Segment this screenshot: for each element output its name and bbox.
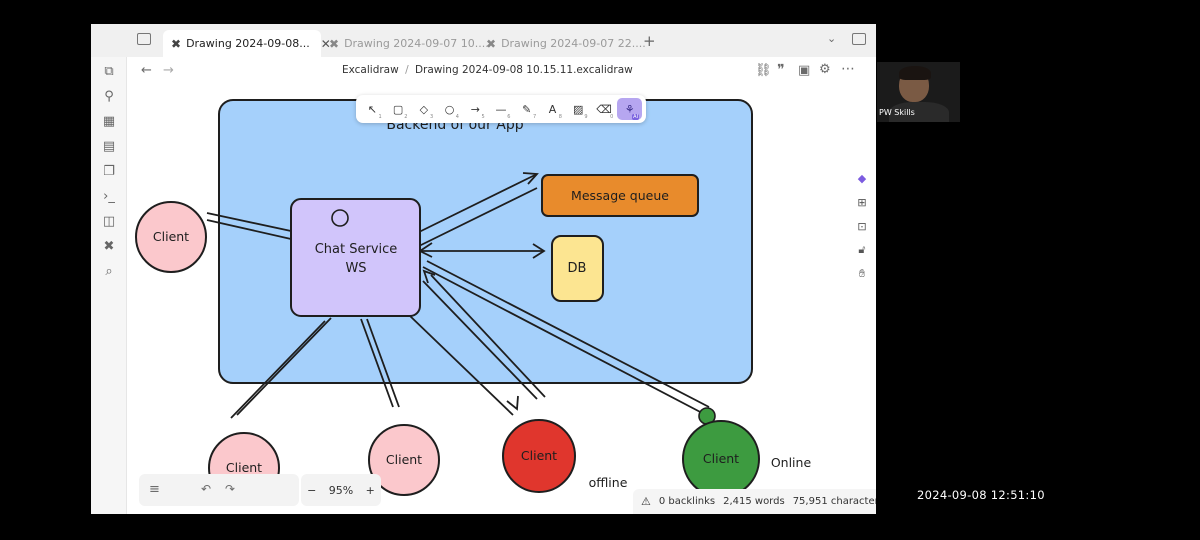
breadcrumb-file[interactable]: Drawing 2024-09-08 10.15.11.excalidraw <box>415 64 633 76</box>
save-icon[interactable]: ▣ <box>798 63 810 78</box>
zoom-out-button[interactable]: − <box>307 484 316 497</box>
canvas-icon[interactable]: ▦ <box>100 112 118 130</box>
backlinks-count[interactable]: 0 backlinks <box>659 496 715 507</box>
view-header: ← → Excalidraw / Drawing 2024-09-08 10.1… <box>127 57 876 85</box>
character-count: 75,951 characters <box>792 496 876 507</box>
db-label: DB <box>568 261 587 276</box>
sidebar-toggle-icon[interactable] <box>137 33 151 45</box>
rectangle-icon[interactable]: ▢ 2 <box>386 98 411 121</box>
back-arrow-icon[interactable]: ← <box>141 63 152 78</box>
line-icon[interactable]: —6 <box>489 98 514 121</box>
excalidraw-icon: ✖ <box>329 36 340 51</box>
hand-icon[interactable]: ✋︎ <box>855 267 869 281</box>
tab-bar: ✖ Drawing 2024-09-08... ✕ ✖ Drawing 2024… <box>91 24 876 57</box>
client-offline-label: Client <box>521 448 557 463</box>
client-bottom-2-label: Client <box>386 452 422 467</box>
text-icon[interactable]: A8 <box>540 98 565 121</box>
obsidian-window: ✖ Drawing 2024-09-08... ✕ ✖ Drawing 2024… <box>91 24 876 514</box>
webcam-overlay: PW Skills <box>877 62 960 122</box>
obsidian-icon[interactable]: ◆ <box>855 171 869 185</box>
menu-icon[interactable]: ≡ <box>149 482 160 497</box>
word-count: 2,415 words <box>723 496 785 507</box>
breadcrumb-separator: / <box>405 64 409 76</box>
book-icon[interactable]: ⊡ <box>855 219 869 233</box>
right-tools: ◆ ⊞ ⊡ 🔓︎ ✋︎ <box>849 171 875 319</box>
client-bottom-1-label: Client <box>226 460 262 475</box>
forward-arrow-icon[interactable]: → <box>163 63 174 78</box>
calendar-icon[interactable]: ▤ <box>100 137 118 155</box>
open-quick-switcher-icon[interactable]: ⧉ <box>100 62 118 80</box>
lock-icon[interactable]: 🔓︎ <box>855 243 869 257</box>
new-file-icon[interactable]: ⊞ <box>855 195 869 209</box>
breadcrumb: Excalidraw / Drawing 2024-09-08 10.15.11… <box>342 64 633 76</box>
chat-service-ws-label: WS <box>345 261 366 276</box>
chat-service-label: Chat Service <box>315 242 398 257</box>
settings-icon[interactable]: ⚙ <box>819 62 831 77</box>
zoom-level[interactable]: 95% <box>329 484 353 497</box>
pencil-icon[interactable]: ✎ 7 <box>514 98 539 121</box>
warning-icon[interactable]: ⚠ <box>641 495 651 508</box>
recording-timestamp: 2024-09-08 12:51:10 <box>917 488 1045 502</box>
offline-label: offline <box>589 475 628 490</box>
search-icon[interactable]: ⌕ <box>100 262 118 280</box>
image-icon[interactable]: ▨ 9 <box>566 98 591 121</box>
excalidraw-icon: ✖ <box>171 36 182 51</box>
excalidraw-icon[interactable]: ✖ <box>100 237 118 255</box>
excalidraw-toolbar: ↖ 1 ▢ 2 ◇ 3 ○ 4 → 5 —6 ✎ 7 A8 ▨ 9 ⌫ 0 ⚘ AI <box>356 95 646 123</box>
link-icon[interactable]: ⛓ <box>755 63 772 78</box>
terminal-icon[interactable]: ›_ <box>100 187 118 205</box>
online-label: Online <box>771 455 812 470</box>
diagram-svg: Backend of our App Chat Service WS Messa… <box>135 99 812 504</box>
status-bar: ⚠ 0 backlinks 2,415 words 75,951 charact… <box>633 489 876 514</box>
message-queue-label: Message queue <box>571 188 669 203</box>
presenter-hair <box>899 66 931 80</box>
chat-service-box[interactable] <box>290 198 421 317</box>
tab-drawing-2[interactable]: ✖ Drawing 2024-09-07 10.... <box>321 30 489 57</box>
tab-drawing-3[interactable]: ✖ Drawing 2024-09-07 22.... <box>478 30 646 57</box>
tab-label: Drawing 2024-09-07 10.... <box>344 37 489 50</box>
right-sidebar-toggle-icon[interactable] <box>852 33 866 45</box>
ai-icon[interactable]: ⚘ AI <box>617 98 643 120</box>
client-left-label: Client <box>153 229 189 244</box>
redo-icon[interactable]: ↷ <box>225 482 235 496</box>
client-online-label: Client <box>703 451 739 466</box>
excalidraw-canvas[interactable]: Backend of our App Chat Service WS Messa… <box>127 85 876 514</box>
templates-icon[interactable]: ◫ <box>100 212 118 230</box>
new-tab-icon[interactable]: + <box>643 32 656 50</box>
tab-label: Drawing 2024-09-08... <box>186 37 310 50</box>
chevron-down-icon[interactable]: ⌄ <box>827 32 836 45</box>
webcam-label: PW Skills <box>879 108 915 117</box>
screen: ✖ Drawing 2024-09-08... ✕ ✖ Drawing 2024… <box>0 0 1200 540</box>
tab-active-drawing[interactable]: ✖ Drawing 2024-09-08... ✕ <box>163 30 331 57</box>
graph-view-icon[interactable]: ⚲ <box>100 87 118 105</box>
breadcrumb-folder[interactable]: Excalidraw <box>342 64 399 76</box>
arrow-icon[interactable]: → 5 <box>463 98 488 121</box>
copy-icon[interactable]: ❐ <box>100 162 118 180</box>
excalidraw-icon: ✖ <box>486 36 497 51</box>
diamond-icon[interactable]: ◇ 3 <box>411 98 436 121</box>
zoom-control: − 95% + <box>301 474 381 506</box>
tab-label: Drawing 2024-09-07 22.... <box>501 37 646 50</box>
undo-icon[interactable]: ↶ <box>201 482 211 496</box>
ellipse-icon[interactable]: ○ 4 <box>437 98 462 121</box>
bottom-tools: ≡ ↶ ↷ <box>139 474 299 506</box>
left-ribbon: ⧉ ⚲ ▦ ▤ ❐ ›_ ◫ ✖ ⌕ <box>91 57 127 514</box>
selection-icon[interactable]: ↖ 1 <box>360 98 385 121</box>
quote-icon[interactable]: ❞ <box>777 62 785 78</box>
arrow-head-offline <box>506 395 519 411</box>
eraser-icon[interactable]: ⌫ 0 <box>592 98 617 121</box>
zoom-in-button[interactable]: + <box>366 484 375 497</box>
more-options-icon[interactable]: ⋯ <box>841 61 855 77</box>
